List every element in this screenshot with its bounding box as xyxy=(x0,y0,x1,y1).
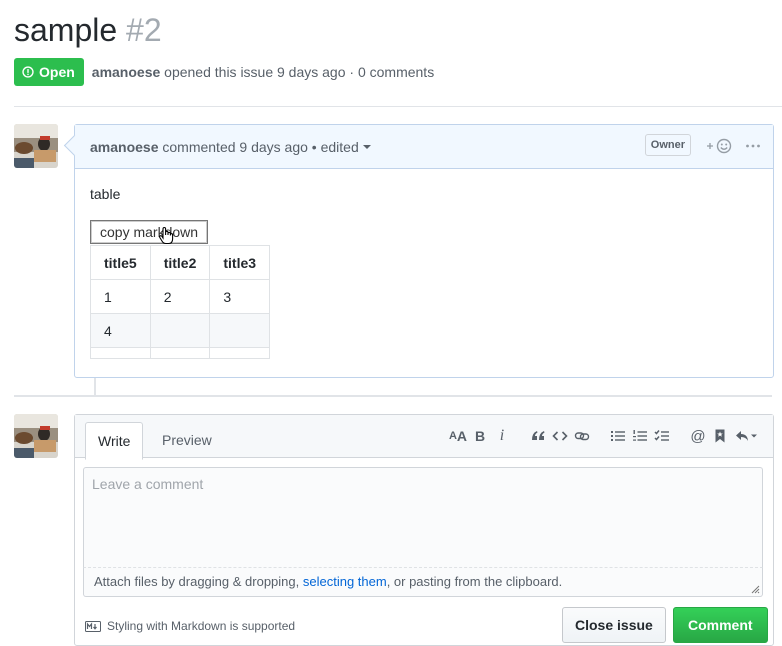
attach-files-bar[interactable]: Attach files by dragging & dropping, sel… xyxy=(83,567,763,597)
comment-placeholder: Leave a comment xyxy=(92,476,204,492)
table-cell xyxy=(209,313,271,348)
table-cell: 2 xyxy=(149,279,211,314)
issue-title: sample #2 xyxy=(14,12,162,49)
issue-meta-text: amanoese opened this issue 9 days ago · … xyxy=(92,64,434,80)
tab-preview[interactable]: Preview xyxy=(150,422,224,458)
edited-dropdown[interactable]: commented 9 days ago • edited xyxy=(162,138,371,155)
select-files-link[interactable]: selecting them xyxy=(303,574,387,589)
table-header-row: title5 title2 title3 xyxy=(90,245,271,280)
triangle-down-icon xyxy=(362,144,371,149)
markdown-toolbar: AA B i @ xyxy=(447,427,761,445)
link-icon[interactable] xyxy=(571,427,593,445)
reply-icon[interactable] xyxy=(731,427,761,445)
mention-icon[interactable]: @ xyxy=(687,427,709,445)
unordered-list-icon[interactable] xyxy=(607,427,629,445)
comment-body-text: table xyxy=(90,186,121,202)
table-row: 1 2 3 xyxy=(90,279,271,314)
issue-opened-text: opened this issue 9 days ago · 0 comment… xyxy=(164,64,435,80)
state-badge: Open xyxy=(14,58,84,86)
bold-icon[interactable]: B xyxy=(469,427,491,445)
close-issue-button[interactable]: Close issue xyxy=(562,607,666,643)
table-header-cell: title5 xyxy=(90,245,151,280)
markdown-table: title5 title2 title3 1 2 3 4 xyxy=(90,245,271,359)
task-list-icon[interactable] xyxy=(651,427,673,445)
comment-author-link[interactable]: amanoese xyxy=(90,139,158,155)
issue-title-text: sample xyxy=(14,12,118,48)
table-row: 4 xyxy=(90,313,271,348)
table-row-empty xyxy=(90,347,271,359)
comment-textarea[interactable]: Leave a comment xyxy=(83,467,763,579)
table-header-cell: title2 xyxy=(149,245,211,280)
table-header-cell: title3 xyxy=(209,245,271,280)
timeline-line xyxy=(94,378,96,395)
issue-author-link[interactable]: amanoese xyxy=(92,64,160,80)
italic-icon[interactable]: i xyxy=(491,427,513,445)
kebab-horizontal-icon[interactable] xyxy=(745,141,761,151)
avatar[interactable] xyxy=(14,414,58,458)
state-label: Open xyxy=(39,64,75,80)
table-cell: 1 xyxy=(90,279,151,314)
avatar[interactable] xyxy=(14,124,58,168)
timeline-divider xyxy=(14,395,772,397)
attach-suffix: , or pasting from the clipboard. xyxy=(386,574,563,589)
editor-tabbar: Write Preview AA B i @ xyxy=(75,415,773,460)
bookmark-icon[interactable] xyxy=(709,427,731,445)
add-reaction-icon[interactable] xyxy=(705,137,733,155)
table-cell: 4 xyxy=(90,313,151,348)
issue-opened-icon xyxy=(22,66,34,78)
owner-badge: Owner xyxy=(644,134,691,156)
ordered-list-icon[interactable] xyxy=(629,427,651,445)
comment-box: amanoese commented 9 days ago • edited O… xyxy=(63,124,774,378)
text-size-icon[interactable]: AA xyxy=(447,427,469,445)
tab-write[interactable]: Write xyxy=(85,422,144,460)
table-cell xyxy=(149,313,211,348)
code-icon[interactable] xyxy=(549,427,571,445)
table-cell: 3 xyxy=(209,279,271,314)
hand-pointer-cursor-icon xyxy=(159,226,174,245)
issue-meta: Open amanoese opened this issue 9 days a… xyxy=(14,58,434,86)
quote-icon[interactable] xyxy=(527,427,549,445)
resize-grip-icon[interactable] xyxy=(750,584,760,594)
markdown-hint[interactable]: Styling with Markdown is supported xyxy=(85,619,295,633)
comment-body: table copy markdown title5 title2 title3… xyxy=(75,169,773,376)
attach-prefix: Attach files by dragging & dropping, xyxy=(94,574,303,589)
comment-caret xyxy=(63,134,86,157)
markdown-hint-text: Styling with Markdown is supported xyxy=(107,619,296,633)
comment-button[interactable]: Comment xyxy=(673,607,768,643)
issue-number: #2 xyxy=(126,12,162,48)
comment-header-text: amanoese commented 9 days ago • edited xyxy=(90,139,371,155)
header-divider xyxy=(14,106,782,107)
new-comment-form: Write Preview AA B i @ Leave a comment A… xyxy=(74,414,774,646)
copy-markdown-button[interactable]: copy markdown xyxy=(90,220,209,244)
comment-meta-text: commented 9 days ago • edited xyxy=(162,138,359,155)
comment-header: amanoese commented 9 days ago • edited O… xyxy=(63,125,773,169)
